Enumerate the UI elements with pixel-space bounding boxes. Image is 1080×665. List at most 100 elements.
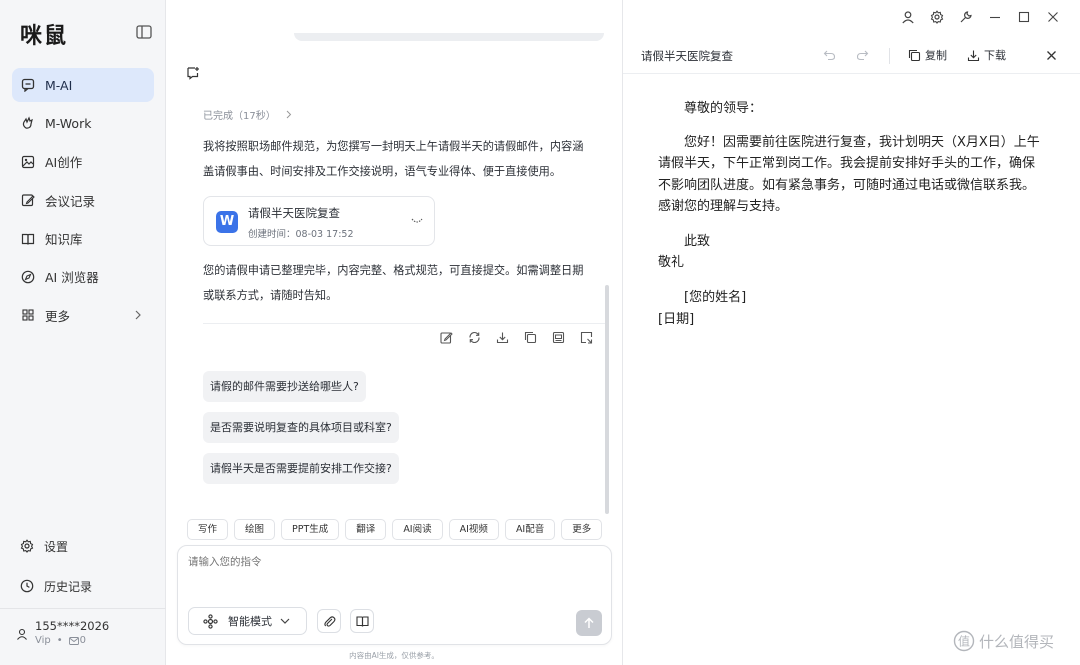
document-panel: 请假半天医院复查 复制 下载 尊敬的领导： 您好！因需要前往医院进行复查，我计划… <box>622 0 1080 665</box>
compass-icon <box>21 270 35 284</box>
clock-icon <box>20 579 34 593</box>
summary-line: 您的请假申请已整理完毕，内容完整、格式规范，可直接提交。如需调整日期 <box>203 264 584 277</box>
copy-icon[interactable] <box>524 331 537 344</box>
minimize-icon[interactable] <box>988 10 1002 24</box>
maximize-icon[interactable] <box>1017 10 1031 24</box>
nav-item-m-ai[interactable]: M-AI <box>12 68 154 102</box>
letter-salutation: 尊敬的领导： <box>684 101 763 116</box>
smart-mode-icon <box>203 613 218 629</box>
nav-item-ai-browser[interactable]: AI 浏览器 <box>12 260 154 294</box>
chevron-down-icon <box>280 618 290 624</box>
nav-label: 会议记录 <box>45 193 96 209</box>
user-level: Vip <box>35 635 51 646</box>
nav-label: 知识库 <box>45 232 83 248</box>
close-panel-icon[interactable] <box>1046 50 1057 61</box>
main-nav: M-AI M-Work AI创作 会议记录 知识库 AI 浏览器 更多 <box>12 68 154 337</box>
attach-button[interactable] <box>317 609 341 633</box>
prompt-box: 智能模式 <box>177 545 612 645</box>
edit-note-icon <box>21 194 35 207</box>
sidebar-toggle-icon[interactable] <box>136 25 152 39</box>
message-count-value: 0 <box>79 635 87 646</box>
word-doc-icon: W <box>216 211 238 233</box>
watermark-logo-icon: 值 <box>953 630 975 652</box>
sidebar: 咪鼠 M-AI M-Work AI创作 会议记录 知识库 AI 浏览器 更多 设… <box>0 0 166 665</box>
tool-ai-video-button[interactable]: AI视频 <box>448 519 499 540</box>
suggested-question[interactable]: 是否需要说明复查的具体项目或科室? <box>203 412 399 443</box>
watermark-text: 什么值得买 <box>979 632 1055 651</box>
letter-closing: 敬礼 <box>658 255 685 270</box>
book-icon <box>21 233 35 245</box>
undo-icon[interactable] <box>823 49 836 61</box>
suggested-question[interactable]: 请假半天是否需要提前安排工作交接? <box>203 453 399 484</box>
message-actions <box>440 331 593 344</box>
status-text: 已完成（17秒） <box>203 111 276 122</box>
download-label: 下载 <box>984 49 1006 62</box>
tool-ppt-button[interactable]: PPT生成 <box>281 519 340 540</box>
nav-item-ai-create[interactable]: AI创作 <box>12 145 154 179</box>
user-profile[interactable]: 155****2026 Vip • 0 <box>16 617 156 657</box>
download-button[interactable]: 下载 <box>967 47 1006 63</box>
document-card[interactable]: W 请假半天医院复查 创建时间：08-03 17:52 <box>203 196 435 246</box>
nav-item-more[interactable]: 更多 <box>12 298 154 332</box>
settings-link[interactable]: 设置 <box>12 531 154 561</box>
tool-writing-button[interactable]: 写作 <box>187 519 229 540</box>
assistant-summary: 您的请假申请已整理完毕，内容完整、格式规范，可直接提交。如需调整日期 或联系方式… <box>203 258 605 308</box>
user-icon <box>17 628 27 640</box>
redo-icon[interactable] <box>856 49 869 61</box>
message-count: 0 <box>68 635 87 646</box>
nav-item-meeting-notes[interactable]: 会议记录 <box>12 183 154 217</box>
knowledge-base-button[interactable] <box>350 609 374 633</box>
mode-selector[interactable]: 智能模式 <box>188 607 307 635</box>
refresh-icon[interactable] <box>468 331 481 344</box>
gear-icon[interactable] <box>930 10 944 24</box>
tool-ai-reading-button[interactable]: AI阅读 <box>392 519 443 540</box>
tool-translate-button[interactable]: 翻译 <box>345 519 387 540</box>
tool-drawing-button[interactable]: 绘图 <box>234 519 276 540</box>
window-controls <box>901 10 1060 24</box>
send-button[interactable] <box>576 610 602 636</box>
close-window-icon[interactable] <box>1046 10 1060 24</box>
tool-more-button[interactable]: 更多 <box>561 519 603 540</box>
tool-ai-voice-button[interactable]: AI配音 <box>504 519 556 540</box>
copy-button[interactable]: 复制 <box>908 47 947 63</box>
loading-spinner-icon <box>411 218 423 223</box>
intro-line: 我将按照职场邮件规范，为您撰写一封明天上午请假半天的请假邮件，内容涵 <box>203 140 584 153</box>
nav-item-m-work[interactable]: M-Work <box>12 106 154 140</box>
user-icon[interactable] <box>901 10 915 24</box>
document-view-icon[interactable] <box>552 331 565 344</box>
history-link[interactable]: 历史记录 <box>12 571 154 601</box>
letter-body-line: 您好！因需要前往医院进行复查，我计划明天（X月X日）上午 <box>684 135 1040 150</box>
completion-status[interactable]: 已完成（17秒） <box>203 107 292 122</box>
letter-name: [您的姓名] <box>684 290 747 305</box>
summary-line: 或联系方式，请随时告知。 <box>203 289 338 302</box>
document-title: 请假半天医院复查 <box>641 49 733 63</box>
share-export-icon[interactable] <box>580 331 593 344</box>
ai-disclaimer: 内容由AI生成，仅供参考。 <box>349 651 439 660</box>
letter-closing: 此致 <box>684 234 711 249</box>
nav-item-knowledge-base[interactable]: 知识库 <box>12 222 154 256</box>
nav-label: 更多 <box>45 308 71 324</box>
arrow-up-icon <box>584 617 594 628</box>
assistant-intro: 我将按照职场邮件规范，为您撰写一封明天上午请假半天的请假邮件，内容涵 盖请假事由… <box>203 134 605 184</box>
new-chat-icon[interactable] <box>186 66 200 80</box>
document-toolbar: 请假半天医院复查 复制 下载 <box>623 38 1080 74</box>
nav-label: AI创作 <box>45 155 83 171</box>
nav-label: M-AI <box>45 77 73 93</box>
user-meta: Vip • 0 <box>35 635 86 646</box>
grid-icon <box>22 309 34 321</box>
nav-label: M-Work <box>45 115 92 131</box>
paperclip-icon <box>323 615 335 627</box>
prompt-input[interactable] <box>188 556 588 568</box>
wrench-icon[interactable] <box>959 10 973 24</box>
download-icon[interactable] <box>496 331 509 344</box>
letter-body-line: 不影响团队进度。如有紧急事务，可随时通过电话或微信联系我。 <box>658 178 1036 193</box>
chevron-right-icon <box>286 110 291 119</box>
suggested-question[interactable]: 请假的邮件需要抄送给哪些人? <box>203 371 366 402</box>
chat-scrollbar[interactable] <box>605 285 609 514</box>
intro-line: 盖请假事由、时间安排及工作交接说明，语气专业得体、便于直接使用。 <box>203 165 562 178</box>
edit-icon[interactable] <box>440 331 453 344</box>
copy-label: 复制 <box>925 49 947 62</box>
letter-body-line: 感谢您的理解与支持。 <box>658 199 789 214</box>
copy-icon <box>908 49 921 61</box>
document-name: 请假半天医院复查 <box>248 206 340 220</box>
